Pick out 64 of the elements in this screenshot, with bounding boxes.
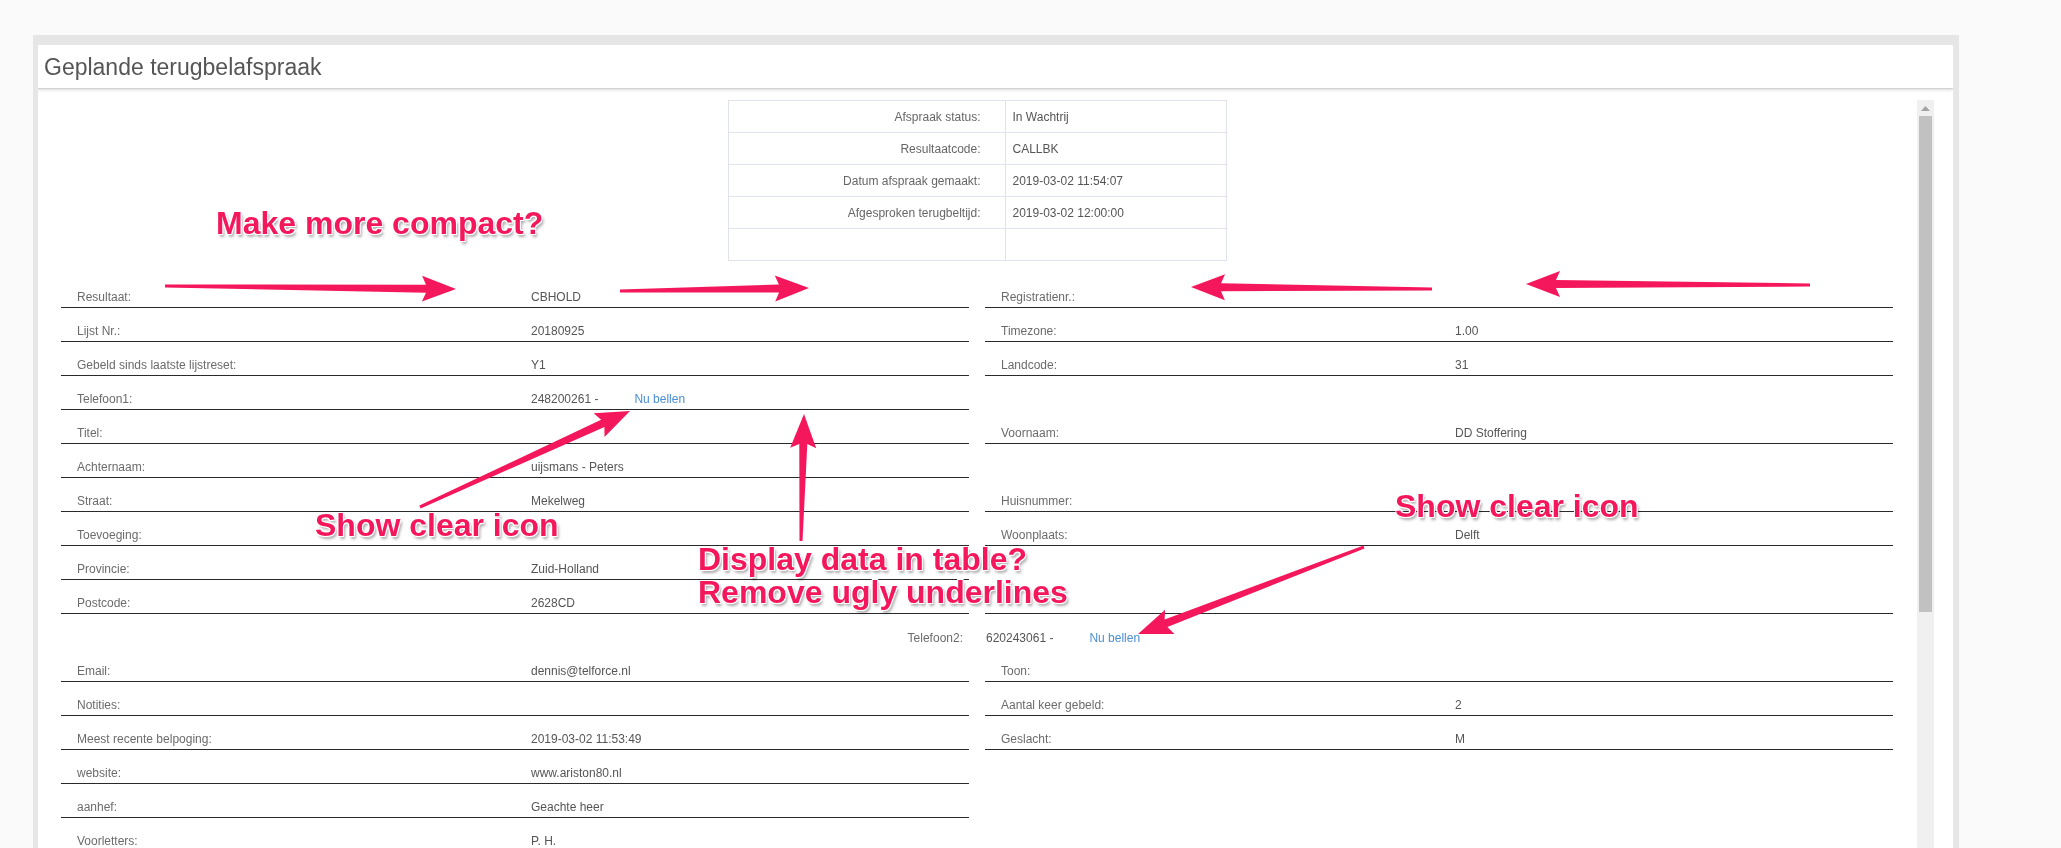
annotation-text: Remove ugly underlines (698, 576, 1068, 608)
field-label: Toon: (1001, 664, 1031, 678)
field-value: 248200261 - (531, 392, 599, 406)
field-label: aanhef: (77, 800, 118, 814)
field-label: Timezone: (1001, 324, 1057, 338)
field-value: Y1 (531, 358, 546, 372)
field-value: Geachte heer (531, 800, 604, 814)
table-cell: In Wachtrij (1005, 100, 1226, 133)
field-label: Email: (77, 664, 111, 678)
field-label: website: (77, 766, 122, 780)
field-value: P. H. (531, 834, 557, 848)
scrollbar-thumb[interactable] (1919, 116, 1932, 612)
field-value: 31 (1455, 358, 1469, 372)
field-value: 2 (1455, 698, 1462, 712)
table-cell: 2019-03-02 12:00:00 (1005, 196, 1226, 229)
table-cell: Resultaatcode: (728, 132, 1005, 165)
field-label: Meest recente belpoging: (77, 732, 212, 746)
field-label: Provincie: (77, 562, 130, 576)
field-value: 1.00 (1455, 324, 1479, 338)
field-value: CBHOLD (531, 290, 581, 304)
field-label: Telefoon2: (907, 631, 963, 645)
field-value: M (1455, 732, 1465, 746)
table-cell: CALLBK (1005, 132, 1226, 165)
field-label: Registratienr.: (1001, 290, 1076, 304)
field-value: 2019-03-02 11:53:49 (531, 732, 642, 746)
field-value: www.ariston80.nl (531, 766, 622, 780)
field-label: Aantal keer gebeld: (1001, 698, 1105, 712)
field-label: Lijst Nr.: (77, 324, 121, 338)
table-cell: Afspraak status: (728, 100, 1005, 133)
field-label: Telefoon1: (77, 392, 133, 406)
field-label: Huisnummer: (1001, 494, 1073, 508)
table-cell: Datum afspraak gemaakt: (728, 164, 1005, 197)
field-value: Zuid-Holland (531, 562, 600, 576)
field-value: DD Stoffering (1455, 426, 1527, 440)
field-label: Woonplaats: (1001, 528, 1068, 542)
field-label: Notities: (77, 698, 121, 712)
table-cell: Afgesproken terugbeltijd: (728, 196, 1005, 229)
annotation-text: Display data in table? (698, 543, 1027, 575)
field-label: Geslacht: (1001, 732, 1052, 746)
field-label: Titel: (77, 426, 103, 440)
table-cell: 2019-03-02 11:54:07 (1005, 164, 1226, 197)
field-label: Straat: (77, 494, 113, 508)
field-value: Mekelweg (531, 494, 586, 508)
field-value: dennis@telforce.nl (531, 664, 631, 678)
field-value: 20180925 (531, 324, 585, 338)
annotation-text: Show clear icon (315, 509, 559, 541)
field-label: Achternaam: (77, 460, 146, 474)
scroll-up-arrow-icon[interactable] (1921, 106, 1930, 111)
call-now-link[interactable]: Nu bellen (634, 392, 686, 406)
scrollbar[interactable] (1917, 100, 1934, 848)
field-value: 620243061 - (986, 631, 1054, 645)
field-label: Resultaat: (77, 290, 132, 304)
panel-title: Geplande terugbelafspraak (44, 52, 322, 81)
annotation-text: Make more compact? (216, 207, 544, 239)
field-label: Voornaam: (1001, 426, 1060, 440)
call-now-link[interactable]: Nu bellen (1089, 631, 1141, 645)
field-label: Gebeld sinds laatste lijstreset: (77, 358, 237, 372)
field-value: Delft (1455, 528, 1480, 542)
field-label: Toevoeging: (77, 528, 142, 542)
field-label: Voorletters: (77, 834, 138, 848)
field-label: Landcode: (1001, 358, 1058, 372)
field-value: uijsmans - Peters (531, 460, 624, 474)
field-value: 2628CD (531, 596, 576, 610)
field-label: Postcode: (77, 596, 131, 610)
